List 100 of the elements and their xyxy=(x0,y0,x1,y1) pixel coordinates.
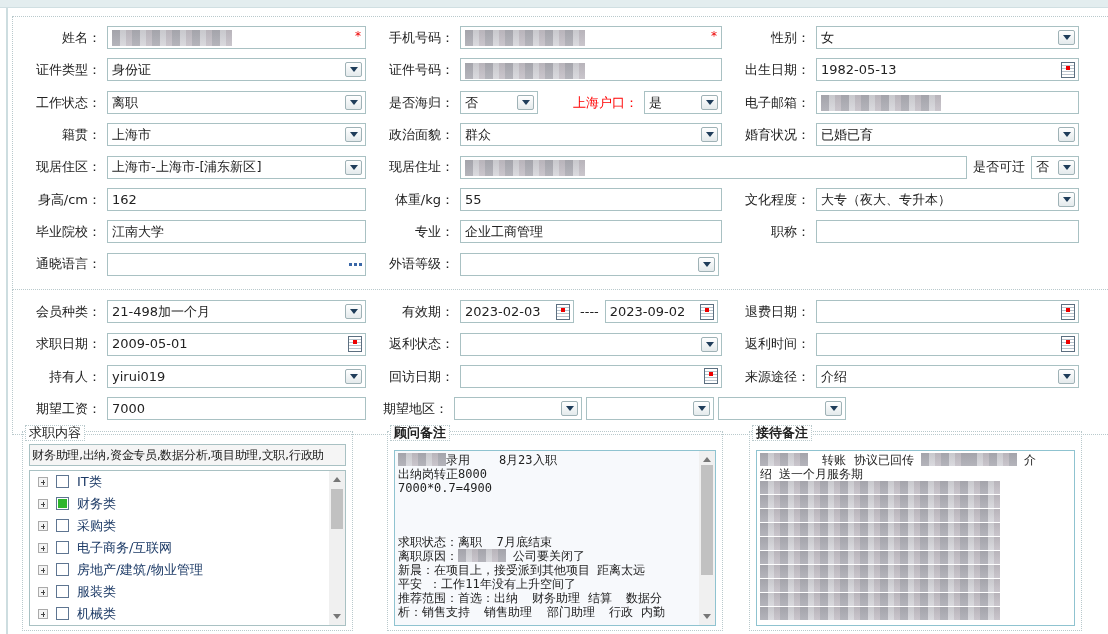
text-field[interactable] xyxy=(816,90,1079,114)
calendar-icon[interactable] xyxy=(348,336,362,352)
expand-icon[interactable] xyxy=(38,564,48,575)
more-icon[interactable] xyxy=(349,262,362,266)
field-label: 期望地区： xyxy=(382,400,449,419)
tree-item[interactable]: IT类 xyxy=(77,471,102,492)
dropdown-field[interactable]: 21-498加一个月 xyxy=(107,300,366,324)
dropdown-icon[interactable] xyxy=(701,94,718,110)
text-field[interactable]: 7000 xyxy=(107,397,366,421)
field-label: 是否可迁 xyxy=(972,158,1026,177)
tree-item[interactable]: 电子商务/互联网 xyxy=(77,537,173,558)
scrollbar[interactable] xyxy=(329,470,345,625)
dropdown-icon[interactable] xyxy=(1058,191,1075,207)
dropdown-icon[interactable] xyxy=(1058,159,1075,175)
checkbox[interactable] xyxy=(56,519,69,533)
dropdown-field[interactable]: 上海市 xyxy=(107,123,366,147)
dropdown-icon[interactable] xyxy=(345,62,362,78)
calendar-icon[interactable] xyxy=(704,368,718,385)
tree-item[interactable]: 财务类 xyxy=(77,493,116,514)
dropdown-icon[interactable] xyxy=(693,401,710,417)
dropdown-field[interactable]: 已婚已育 xyxy=(816,123,1079,147)
dropdown-field[interactable] xyxy=(460,252,719,276)
dropdown-field[interactable]: 是 xyxy=(644,90,722,114)
text-field[interactable]: 55 xyxy=(460,187,722,211)
panel-title: 顾问备注 xyxy=(390,424,450,441)
dropdown-field[interactable]: 女 xyxy=(816,26,1079,49)
text-field[interactable]: 企业工商管理 xyxy=(460,220,722,244)
dropdown-field[interactable]: 群众 xyxy=(460,123,722,147)
tree-item[interactable]: 采购类 xyxy=(77,515,116,536)
calendar-icon[interactable] xyxy=(699,303,714,320)
calendar-icon[interactable] xyxy=(556,303,570,320)
checkbox[interactable] xyxy=(56,541,69,555)
checkbox[interactable] xyxy=(56,475,69,489)
checkbox[interactable] xyxy=(56,497,69,511)
date-field[interactable]: 1982-05-13 xyxy=(816,58,1079,82)
summary-field[interactable]: 财务助理,出纳,资金专员,数据分析,项目助理,文职,行政助 xyxy=(29,443,346,466)
dropdown-field[interactable]: 身份证 xyxy=(107,58,366,82)
dropdown-icon[interactable] xyxy=(1058,127,1075,143)
field-label: 返利状态： xyxy=(388,335,455,354)
tree-item[interactable]: 房地产/建筑/物业管理 xyxy=(77,559,203,580)
dropdown-field[interactable] xyxy=(718,397,846,421)
dropdown-icon[interactable] xyxy=(701,336,718,352)
dropdown-icon[interactable] xyxy=(561,401,578,417)
checkbox[interactable] xyxy=(56,607,69,621)
date-field[interactable]: 2023-02-03 xyxy=(460,300,574,324)
expand-icon[interactable] xyxy=(38,586,48,597)
category-tree[interactable]: IT类 财务类 采购类 电子商务/互联网 房地产/建筑/物业管理 服装类 机械类 xyxy=(29,469,346,626)
calendar-icon[interactable] xyxy=(1061,336,1075,352)
dropdown-icon[interactable] xyxy=(345,94,362,110)
text-field[interactable] xyxy=(460,155,967,179)
date-field[interactable]: 2009-05-01 xyxy=(107,332,366,356)
checkbox[interactable] xyxy=(56,585,69,599)
dropdown-field[interactable]: 否 xyxy=(1031,155,1079,179)
expand-icon[interactable] xyxy=(38,498,48,509)
text-field[interactable]: 162 xyxy=(107,187,366,211)
dropdown-icon[interactable] xyxy=(345,304,362,320)
dropdown-field[interactable]: 介绍 xyxy=(816,364,1079,388)
dropdown-icon[interactable] xyxy=(698,256,715,272)
dropdown-icon[interactable] xyxy=(345,159,362,175)
dropdown-icon[interactable] xyxy=(701,127,718,143)
dropdown-icon[interactable] xyxy=(517,94,534,110)
picker-field[interactable] xyxy=(107,252,366,276)
expand-icon[interactable] xyxy=(38,520,48,531)
dropdown-field[interactable] xyxy=(586,397,714,421)
date-field[interactable] xyxy=(460,364,722,388)
dropdown-field[interactable] xyxy=(454,397,582,421)
date-field[interactable] xyxy=(816,332,1079,356)
scrollbar[interactable] xyxy=(699,450,715,625)
field-label: 有效期： xyxy=(401,302,455,321)
dropdown-field[interactable]: 大专（夜大、专升本） xyxy=(816,187,1079,211)
text-field[interactable]: * xyxy=(460,26,722,49)
field-label: 政治面貌： xyxy=(388,125,455,144)
dropdown-field[interactable]: 离职 xyxy=(107,90,366,114)
calendar-icon[interactable] xyxy=(1061,303,1075,320)
calendar-icon[interactable] xyxy=(1061,61,1075,78)
dropdown-icon[interactable] xyxy=(825,401,842,417)
expand-icon[interactable] xyxy=(38,542,48,553)
dropdown-icon[interactable] xyxy=(345,368,362,384)
field-label: 求职日期： xyxy=(35,335,102,354)
dropdown-icon[interactable] xyxy=(1058,30,1075,45)
dropdown-icon[interactable] xyxy=(345,127,362,143)
dropdown-icon[interactable] xyxy=(1058,368,1075,384)
date-field[interactable]: 2023-09-02 xyxy=(604,300,718,324)
text-field[interactable] xyxy=(460,58,722,82)
dropdown-field[interactable]: yirui019 xyxy=(107,364,366,388)
notes-textarea[interactable]: 录用 8月23入职 出纳岗转正8000 7000*0.7=4900 求职状态：离职 7月底结束 离职原因： 公司要关闭了 新晨：在项目上，接受派到其他项目 距离太远 平安 ：工作11年没有上升空间了 推荐范围：首选：出纳 财务助理 结算 数据分 析：销售支持 销售助理 部门助理 行政 内勤 xyxy=(394,449,716,626)
tree-item[interactable]: 服装类 xyxy=(77,581,116,602)
expand-icon[interactable] xyxy=(38,476,48,487)
text-field[interactable]: 江南大学 xyxy=(107,220,366,244)
notes-textarea[interactable]: 转账 协议已回传 介 绍 送一个月服务期 xyxy=(756,449,1075,626)
dropdown-field[interactable] xyxy=(460,332,722,356)
checkbox[interactable] xyxy=(56,563,69,577)
date-field[interactable] xyxy=(816,300,1079,324)
note-text: 录用 8月23入职 xyxy=(446,452,557,467)
text-field[interactable] xyxy=(816,220,1079,244)
dropdown-field[interactable]: 上海市-上海市-[浦东新区] xyxy=(107,155,366,179)
tree-item[interactable]: 机械类 xyxy=(77,603,116,624)
text-field[interactable]: * xyxy=(107,26,366,49)
expand-icon[interactable] xyxy=(38,608,48,619)
dropdown-field[interactable]: 否 xyxy=(460,90,538,114)
